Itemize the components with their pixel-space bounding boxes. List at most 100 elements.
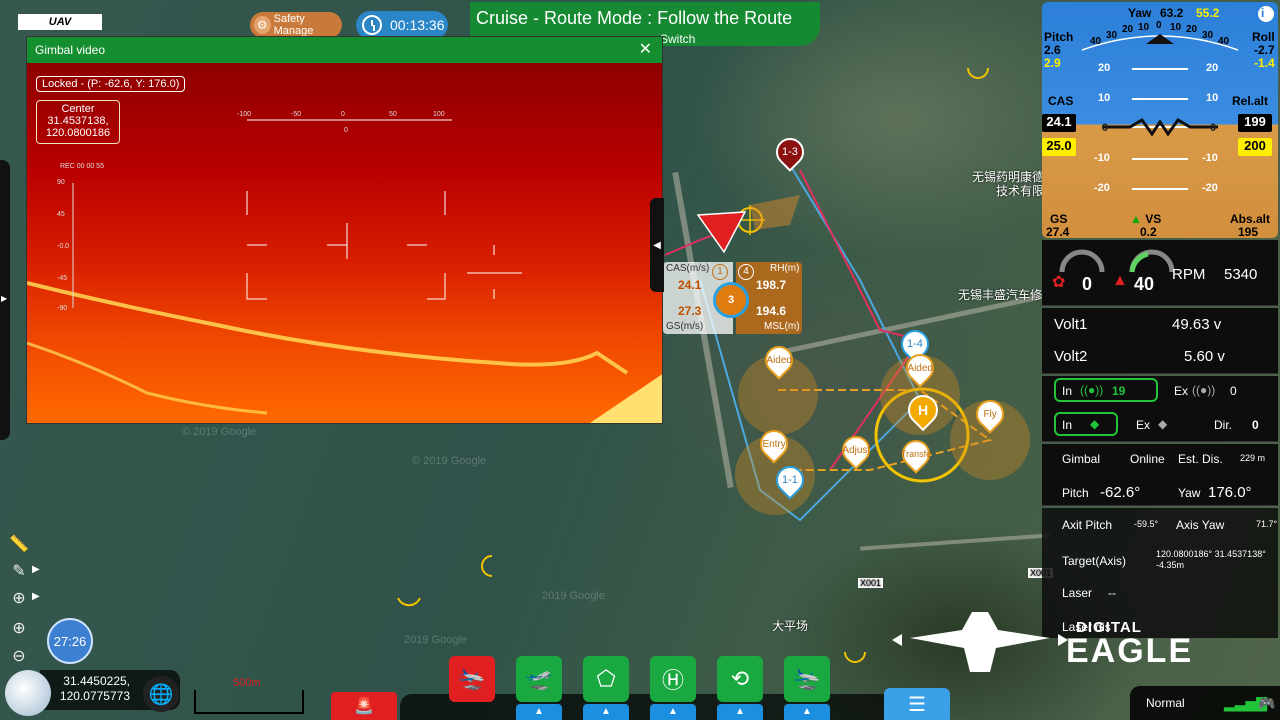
land-icon[interactable]: 🛬: [449, 656, 495, 702]
dir-value: 0: [1252, 418, 1259, 432]
info-icon[interactable]: i: [1261, 6, 1264, 20]
msl-label: MSL(m): [764, 321, 800, 332]
zoom-out-icon[interactable]: ⊖: [7, 644, 31, 668]
timer-value: 00:13:36: [390, 17, 445, 33]
safety-manage-button[interactable]: ⚙ Safety Manage: [250, 12, 342, 38]
rpm-value: 5340: [1224, 266, 1258, 283]
pitch-ladder-num: -20: [1202, 182, 1218, 194]
left-drawer-handle[interactable]: [0, 160, 10, 440]
gimbal-pitch-value: -62.6°: [1100, 484, 1141, 501]
pitch-ladder-line: [1132, 98, 1188, 100]
rh-label: RH(m): [770, 263, 800, 274]
list-icon[interactable]: ☰: [884, 688, 950, 720]
eraser-icon[interactable]: ✎: [7, 559, 31, 583]
takeoff-sub[interactable]: ▲: [516, 704, 562, 720]
collapse-gimbal-tab[interactable]: ◀: [650, 198, 664, 292]
gimbal-video-window: Gimbal video ✕ Locked - (P: -62.6, Y: 17…: [26, 36, 663, 424]
voltage-row: Volt1 49.63 v Volt2 5.60 v: [1042, 308, 1278, 374]
map-watermark: 2019 Google: [404, 634, 467, 646]
heading-tick: 20: [1122, 24, 1134, 35]
pfd-roll: -2.7: [1254, 43, 1275, 57]
route-icon[interactable]: ⬠: [583, 656, 629, 702]
est-value: 229 m: [1240, 453, 1266, 463]
scale-tick: 50: [389, 111, 397, 118]
gimbal-online: Online: [1130, 452, 1165, 466]
pfd-relalt-target: 200: [1238, 138, 1272, 156]
map-scale-bar: [194, 690, 304, 714]
gear-icon: ⚙: [254, 16, 271, 34]
heading-tick: 30: [1202, 30, 1214, 41]
laser-label: Laser: [1062, 586, 1093, 600]
mode-switch[interactable]: Switch: [660, 32, 695, 46]
pitch-ladder-num: 20: [1206, 62, 1219, 74]
pitch-ladder-num: -10: [1094, 152, 1110, 164]
target-label: Target(Axis): [1062, 554, 1127, 568]
in-value: 19: [1112, 384, 1126, 398]
heading-tick: 30: [1106, 30, 1118, 41]
alarm-icon[interactable]: 🚨: [331, 692, 397, 720]
thermal-feed[interactable]: Locked - (P: -62.6, Y: 176.0) Center 31.…: [27, 63, 662, 423]
primary-flight-display: i Yaw 63.2 55.2 40 30 20 10 0 10 20 30 4…: [1042, 2, 1278, 238]
pfd-gs: 27.4: [1046, 225, 1070, 238]
volt1-label: Volt1: [1054, 316, 1088, 333]
route-sub[interactable]: ▲: [583, 704, 629, 720]
gamepad-icon: 🎮: [1258, 695, 1276, 711]
heading-tick: 40: [1090, 36, 1102, 47]
axis-yaw-label: Axis Yaw: [1176, 518, 1225, 532]
zoom-in-icon[interactable]: ⊕: [7, 616, 31, 640]
gs-label: GS(m/s): [666, 321, 704, 332]
map-scale-label: 500m: [233, 677, 261, 689]
chevron-left-icon: ◀: [653, 239, 661, 251]
return-home-icon[interactable]: Ⓗ: [650, 656, 696, 702]
approach-icon[interactable]: 🛬: [784, 656, 830, 702]
cas-value: 24.1: [678, 278, 702, 292]
heading-tick: 0: [1156, 20, 1162, 31]
rpm-label: RPM: [1172, 266, 1206, 283]
pfd-relalt: 199: [1238, 114, 1272, 132]
map-label: 无锡丰盛汽车修: [958, 288, 1043, 302]
pfd-pitch-label: Pitch: [1044, 30, 1074, 44]
chevron-right-icon[interactable]: ▶: [32, 591, 40, 602]
gimbal-pitch-label: Pitch: [1062, 486, 1089, 500]
cas-label: CAS(m/s): [666, 263, 710, 274]
map-watermark: 2019 Google: [542, 590, 605, 602]
heading-tick: 40: [1218, 36, 1230, 47]
eagle-logo-icon: [892, 612, 1068, 672]
link-row: In ((●)) 19 Ex ((●)) 0 In ◆ Ex ◆ Dir. 0: [1042, 376, 1278, 442]
target-icon[interactable]: ⊕: [7, 586, 31, 610]
pfd-yaw-target: 55.2: [1196, 6, 1220, 20]
takeoff-icon[interactable]: 🛫: [516, 656, 562, 702]
return-home-sub[interactable]: ▲: [650, 704, 696, 720]
up-arrow-icon: ▲: [1130, 212, 1142, 226]
center-lon: 120.0800186: [45, 127, 111, 139]
cursor-lon: 120.0775773: [59, 689, 130, 703]
gimbal-title: Gimbal video: [35, 43, 106, 57]
chevron-right-icon[interactable]: ▶: [32, 564, 40, 575]
globe-icon[interactable]: 🌐: [143, 676, 179, 712]
pfd-cas: 24.1: [1042, 114, 1076, 132]
ruler-icon[interactable]: 📏: [7, 532, 31, 556]
pitch-ladder-num: 0: [1210, 122, 1217, 134]
gimbal-status-row: Gimbal Online Est. Dis. 229 m Pitch -62.…: [1042, 444, 1278, 506]
center-coordinates: Center 31.4537138, 120.0800186: [36, 100, 120, 144]
pfd-vs: 0.2: [1140, 225, 1157, 238]
diamond-icon: ◆: [1158, 417, 1168, 431]
gimbal-lock-status: Locked - (P: -62.6, Y: 176.0): [36, 76, 186, 92]
minimap-globe[interactable]: [5, 670, 51, 716]
dir-label: Dir.: [1214, 418, 1232, 432]
center-label: Center: [61, 103, 95, 115]
center-lat: 31.4537138,: [47, 115, 109, 127]
axit-pitch-label: Axit Pitch: [1062, 518, 1113, 532]
side-tick: 45: [57, 211, 65, 218]
signal-icon: ((●)): [1192, 383, 1216, 397]
loiter-icon[interactable]: ⟲: [717, 656, 763, 702]
pfd-yaw: 63.2: [1160, 6, 1184, 20]
approach-sub[interactable]: ▲: [784, 704, 830, 720]
pfd-cas-target: 25.0: [1042, 138, 1076, 156]
heading-tick: 20: [1186, 24, 1198, 35]
close-icon[interactable]: ✕: [639, 37, 652, 63]
pitch-ladder-num: 10: [1098, 92, 1111, 104]
ex-value: 0: [1230, 384, 1237, 398]
pitch-ladder-num: 20: [1098, 62, 1111, 74]
loiter-sub[interactable]: ▲: [717, 704, 763, 720]
